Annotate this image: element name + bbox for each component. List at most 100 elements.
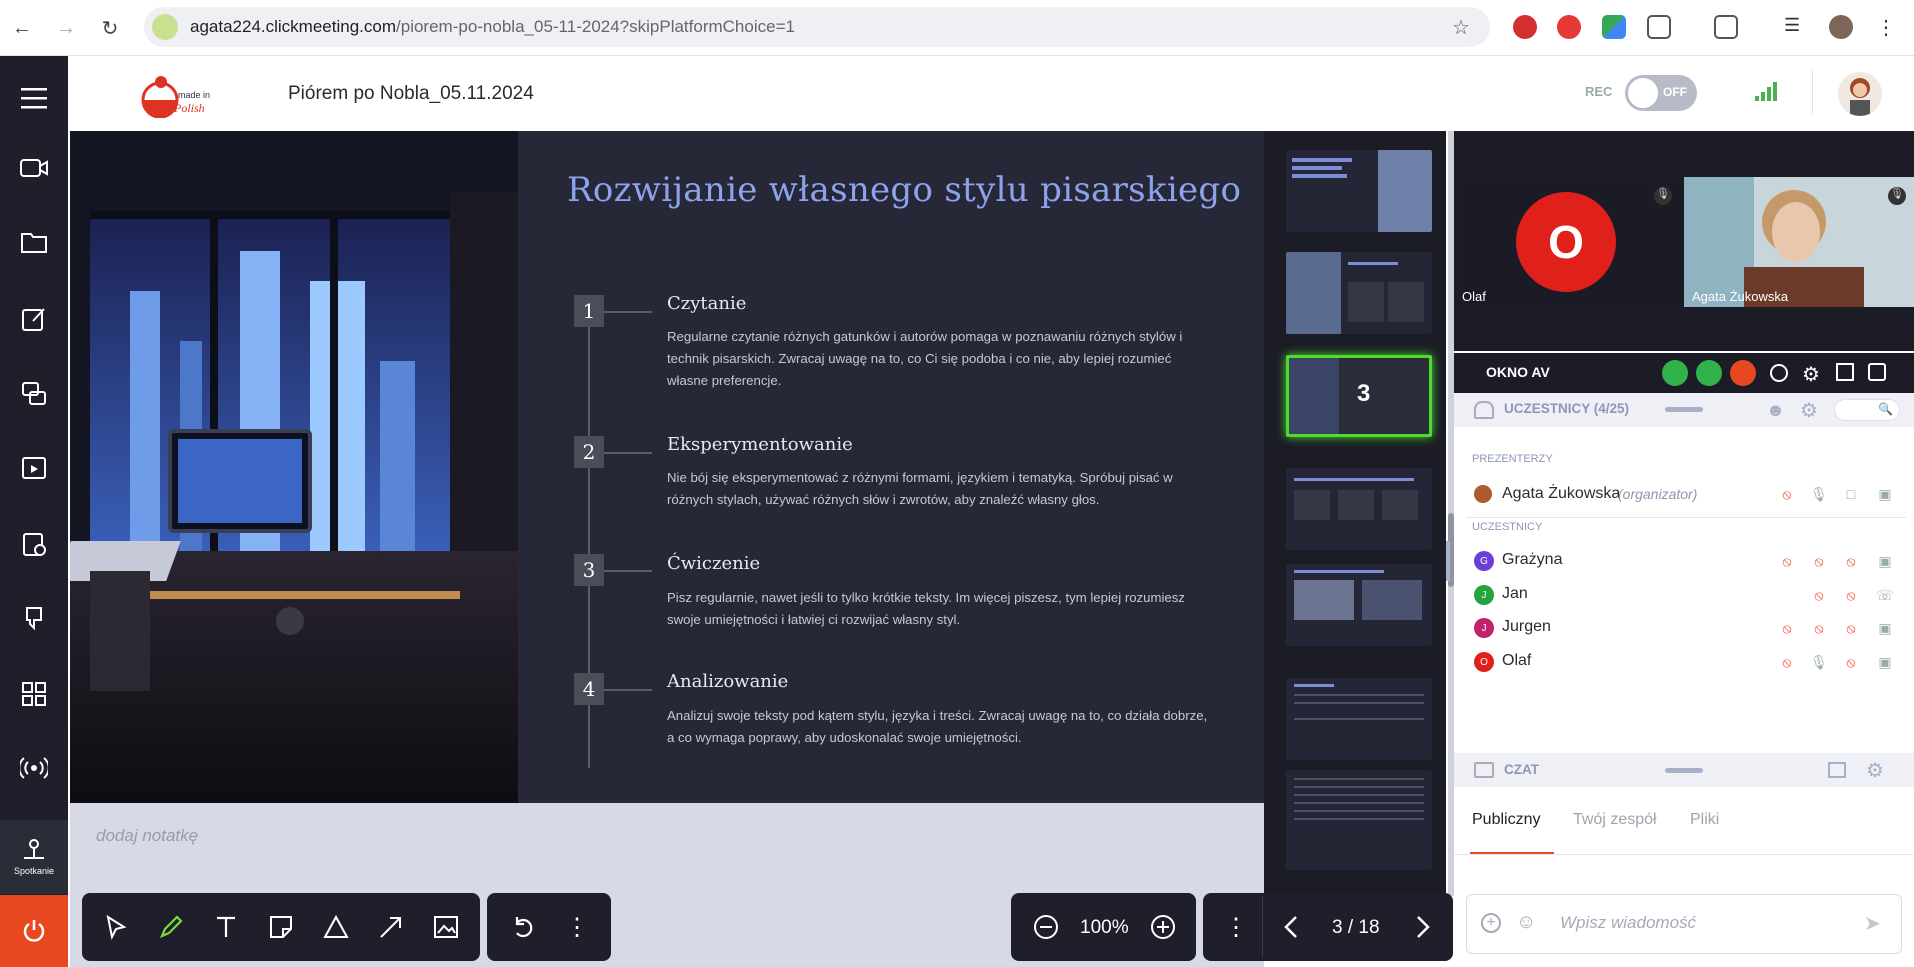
mic-off-icon[interactable]: ⦸ (1808, 550, 1830, 572)
item-text: Regularne czytanie różnych gatunków i au… (667, 329, 1183, 388)
mic-icon[interactable]: 🎙 (1808, 483, 1830, 505)
emoji-icon[interactable]: ☺ (1516, 911, 1536, 934)
site-info-icon[interactable] (152, 14, 178, 40)
item-title: Analizowanie (667, 671, 789, 692)
participants-settings-icon[interactable]: ⚙ (1800, 398, 1818, 423)
zoom-in-icon[interactable] (1143, 907, 1183, 947)
zoom-out-icon[interactable] (1026, 907, 1066, 947)
text-tool-icon[interactable] (206, 907, 246, 947)
video-tile-name: Agata Żukowska (1692, 289, 1789, 304)
mic-icon[interactable]: 🎙 (1808, 651, 1830, 673)
camera-icon[interactable]: □ (1840, 483, 1862, 505)
whiteboard-icon[interactable] (0, 598, 68, 638)
arrow-tool-icon[interactable] (371, 907, 411, 947)
camera-icon[interactable] (0, 148, 68, 188)
collapse-handle[interactable] (1665, 407, 1703, 412)
video-player-icon[interactable] (0, 448, 68, 488)
recording-toggle[interactable]: OFF (1625, 75, 1697, 111)
reload-icon[interactable]: ↻ (96, 14, 124, 42)
tab-files[interactable]: Pliki (1690, 811, 1719, 829)
minimize-window-icon[interactable] (1868, 363, 1886, 381)
camera-off-icon[interactable]: ⦸ (1840, 651, 1862, 673)
avatar (1474, 485, 1492, 503)
bookmark-star-icon[interactable]: ☆ (1452, 15, 1470, 40)
previous-page-icon[interactable] (1272, 907, 1312, 947)
settings-gear-icon[interactable]: ⚙ (1802, 362, 1820, 387)
item-text: Nie bój się eksperymentować z różnymi fo… (667, 470, 1173, 507)
next-page-icon[interactable] (1402, 907, 1442, 947)
monitor-icon[interactable]: ▣ (1874, 617, 1896, 639)
pointer-tool-icon[interactable] (96, 907, 136, 947)
screenshare-icon[interactable] (0, 374, 68, 414)
chat-popout-icon[interactable] (1828, 762, 1846, 778)
folder-icon[interactable] (0, 222, 68, 262)
video-tile-initial: O (1516, 192, 1616, 292)
more-options-icon[interactable]: ⋮ (557, 907, 597, 947)
tab-public[interactable]: Publiczny (1472, 811, 1540, 829)
extensions-puzzle-icon[interactable] (1647, 15, 1671, 39)
page-options-icon[interactable]: ⋮ (1216, 907, 1256, 947)
screen-off-icon[interactable]: ⦸ (1776, 617, 1798, 639)
forward-icon[interactable]: → (52, 14, 80, 42)
slide-thumbnail[interactable] (1286, 770, 1432, 870)
camera-off-icon[interactable]: ⦸ (1840, 617, 1862, 639)
av-window-label: OKNO AV (1486, 364, 1550, 380)
sticky-note-icon[interactable] (261, 907, 301, 947)
slide-thumbnail[interactable] (1286, 564, 1432, 646)
user-avatar[interactable] (1838, 72, 1882, 116)
reading-mode-icon[interactable] (1714, 15, 1738, 39)
chat-bubble-icon[interactable] (1770, 364, 1788, 382)
slide-thumbnail[interactable] (1286, 252, 1432, 334)
participants-title: UCZESTNICY (4/25) (1504, 401, 1630, 416)
tab-team[interactable]: Twój zespół (1573, 811, 1657, 829)
broadcast-icon[interactable] (0, 748, 68, 788)
mic-off-icon[interactable]: ⦸ (1808, 617, 1830, 639)
pen-tool-icon[interactable] (151, 907, 191, 947)
popout-window-icon[interactable] (1836, 363, 1854, 381)
participants-search-input[interactable]: 🔍 (1834, 399, 1900, 421)
edit-icon[interactable] (0, 299, 68, 339)
screen-off-icon[interactable]: ⦸ (1776, 651, 1798, 673)
tests-icon[interactable] (0, 524, 68, 564)
chat-settings-icon[interactable]: ⚙ (1866, 758, 1884, 783)
screen-off-icon[interactable]: ⦸ (1776, 550, 1798, 572)
leave-power-button[interactable] (0, 895, 68, 967)
item-title: Czytanie (667, 293, 747, 314)
attach-icon[interactable]: + (1481, 913, 1501, 933)
shape-tool-icon[interactable] (316, 907, 356, 947)
image-tool-icon[interactable] (426, 907, 466, 947)
slide-thumbnail[interactable] (1286, 468, 1432, 550)
attendees-label: UCZESTNICY (1472, 521, 1543, 533)
mic-toggle-icon[interactable] (1696, 360, 1722, 386)
adblock-icon[interactable] (1557, 15, 1581, 39)
slide-thumbnail[interactable] (1286, 678, 1432, 760)
media-control-icon[interactable]: ☰ (1784, 15, 1808, 39)
meeting-button[interactable]: Spotkanie (0, 820, 68, 894)
browser-menu-icon[interactable]: ⋮ (1874, 15, 1898, 39)
collapse-handle[interactable] (1665, 768, 1703, 773)
monitor-icon[interactable]: ▣ (1874, 651, 1896, 673)
extension-icon[interactable] (1513, 15, 1537, 39)
screen-share-toggle-icon[interactable] (1730, 360, 1756, 386)
back-icon[interactable]: ← (8, 14, 36, 42)
screen-off-icon[interactable]: ⦸ (1776, 483, 1798, 505)
slide-thumbnail[interactable] (1286, 150, 1432, 232)
monitor-icon[interactable]: ▣ (1874, 483, 1896, 505)
apps-grid-icon[interactable] (0, 674, 68, 714)
camera-off-icon[interactable]: ⦸ (1840, 550, 1862, 572)
add-participant-icon[interactable]: ☻ (1766, 400, 1785, 421)
chat-icon (1474, 762, 1494, 778)
extension-icon[interactable] (1602, 15, 1626, 39)
monitor-icon[interactable]: ▣ (1874, 550, 1896, 572)
camera-toggle-icon[interactable] (1662, 360, 1688, 386)
camera-off-icon[interactable]: ⦸ (1840, 584, 1862, 606)
undo-icon[interactable] (503, 907, 543, 947)
send-icon[interactable]: ➤ (1864, 911, 1881, 936)
address-bar[interactable]: agata224.clickmeeting.com/piorem-po-nobl… (144, 7, 1490, 47)
slide-thumbnail-active[interactable]: 3 (1286, 355, 1432, 437)
avatar: O (1474, 652, 1494, 672)
mic-off-icon[interactable]: ⦸ (1808, 584, 1830, 606)
profile-avatar[interactable] (1829, 15, 1853, 39)
phone-icon[interactable]: ☏ (1874, 584, 1896, 606)
menu-icon[interactable] (0, 78, 68, 118)
